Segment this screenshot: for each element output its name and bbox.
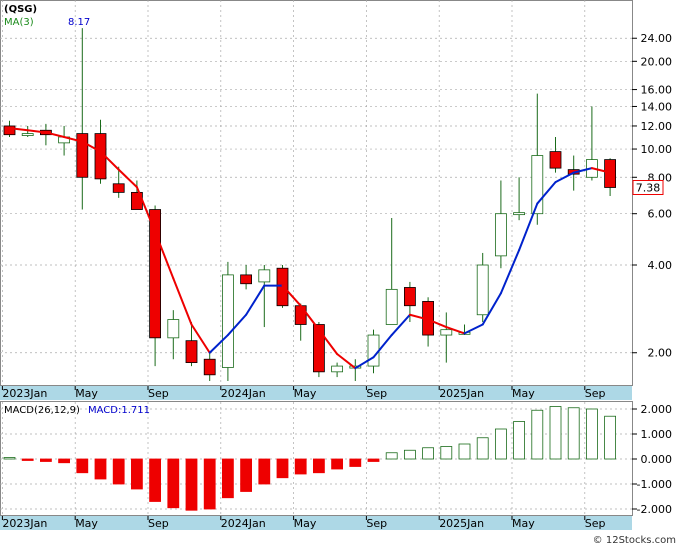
- macd-bar-negative: [367, 458, 380, 462]
- candle-down: [240, 274, 253, 285]
- ma-legend-label: MA(3): [4, 17, 34, 28]
- macd-bar-negative: [331, 458, 344, 470]
- candle-down: [112, 183, 125, 193]
- candle-up: [331, 365, 344, 373]
- x-tick-label: May: [75, 517, 98, 530]
- macd-bar-negative: [40, 458, 52, 462]
- candle-up: [440, 329, 453, 336]
- price-tick-label: 24.00: [641, 32, 673, 45]
- macd-bar-positive: [604, 415, 616, 460]
- macd-bar-positive: [3, 457, 16, 460]
- macd-bar-negative: [185, 458, 198, 511]
- candle-down: [312, 324, 325, 373]
- macd-bar-positive: [586, 408, 598, 460]
- macd-x-axis-labels: 2023Jan May Sep 2024Jan May Sep 2025Jan May Sep: [1, 516, 606, 530]
- x-tick-label: Sep: [148, 517, 169, 530]
- macd-bar-negative: [276, 458, 289, 479]
- candle-up: [513, 212, 525, 216]
- macd-axis-labels: -2.000 -1.000 0.000 1.000 2.000: [632, 403, 672, 516]
- stock-chart: 2.004.006.008.0010.0012.0014.0016.0020.0…: [0, 0, 676, 546]
- candle-up: [367, 334, 380, 367]
- x-tick-label: Sep: [148, 387, 169, 400]
- x-tick-label: 2023Jan: [2, 387, 47, 400]
- macd-bar-negative: [258, 458, 271, 485]
- price-tick-label: 14.00: [641, 100, 673, 113]
- ma-legend-value: 8.17: [68, 17, 90, 28]
- x-tick-label: May: [75, 387, 98, 400]
- x-tick-label: May: [512, 387, 535, 400]
- macd-bar-positive: [513, 421, 525, 460]
- macd-bar-negative: [112, 458, 125, 485]
- candle-up: [167, 319, 180, 339]
- macd-bar-positive: [440, 446, 453, 460]
- candle-down: [294, 305, 307, 325]
- macd-bar-positive: [567, 407, 580, 460]
- macd-bar-negative: [240, 458, 253, 492]
- candle-down: [149, 209, 162, 339]
- x-tick-label: May: [294, 387, 317, 400]
- last-price-value: 7.38: [636, 181, 661, 194]
- x-tick-label: May: [512, 517, 535, 530]
- x-tick-label: May: [294, 517, 317, 530]
- price-tick-label: 10.00: [641, 143, 673, 156]
- x-tick-label: 2023Jan: [2, 517, 47, 530]
- macd-bar-negative: [149, 458, 162, 502]
- macd-bar-negative: [294, 458, 307, 475]
- ticker-title: (QSG): [4, 4, 37, 15]
- price-tick-label: 4.00: [648, 259, 673, 272]
- price-tick-label: 20.00: [641, 55, 673, 68]
- candle-down: [185, 340, 198, 364]
- last-price-tag: 7.38: [632, 179, 664, 195]
- macd-bar-positive: [458, 443, 471, 460]
- candle-up: [21, 133, 34, 136]
- macd-bar-negative: [94, 458, 107, 480]
- price-axis-labels: 2.004.006.008.0010.0012.0014.0016.0020.0…: [632, 32, 673, 360]
- x-tick-label: 2025Jan: [439, 517, 484, 530]
- macd-bar-positive: [403, 449, 416, 460]
- macd-tick-label: -2.000: [637, 503, 672, 516]
- candle-up: [385, 288, 398, 325]
- macd-bar-negative: [221, 458, 234, 499]
- candle-down: [549, 151, 562, 169]
- macd-bar-negative: [130, 458, 143, 490]
- macd-bar-negative: [58, 458, 70, 464]
- macd-bar-positive: [494, 428, 507, 460]
- price-tick-label: 6.00: [648, 208, 673, 221]
- x-tick-label: 2024Jan: [221, 387, 266, 400]
- macd-bar-positive: [549, 406, 562, 460]
- macd-bar-positive: [531, 409, 544, 460]
- macd-bar-negative: [167, 458, 180, 509]
- macd-bar-negative: [203, 458, 216, 510]
- x-tick-label: Sep: [366, 387, 387, 400]
- candle-up: [476, 264, 489, 316]
- x-tick-label: Sep: [585, 387, 606, 400]
- macd-bar-negative: [76, 458, 89, 474]
- price-x-axis-labels: 2023Jan May Sep 2024Jan May Sep 2025Jan May Sep: [1, 386, 606, 400]
- macd-bar-positive: [422, 447, 435, 460]
- x-tick-label: 2024Jan: [221, 517, 266, 530]
- macd-tick-label: 2.000: [641, 403, 673, 416]
- candle-down: [403, 287, 416, 307]
- attribution: © 12Stocks.com: [593, 535, 676, 546]
- candle-down: [203, 358, 216, 376]
- price-tick-label: 12.00: [641, 120, 673, 133]
- price-tick-label: 2.00: [648, 347, 673, 360]
- candle-up: [494, 213, 507, 257]
- candle-up: [258, 269, 271, 283]
- price-tick-label: 16.00: [641, 84, 673, 97]
- macd-bar-positive: [385, 452, 398, 460]
- macd-title: MACD(26,12,9): [4, 405, 80, 416]
- macd-value-label: MACD:1.711: [88, 405, 150, 416]
- macd-tick-label: 1.000: [641, 428, 673, 441]
- macd-bar-positive: [476, 437, 489, 460]
- macd-tick-label: -1.000: [637, 478, 672, 491]
- candle-up: [221, 274, 234, 368]
- x-tick-label: Sep: [585, 517, 606, 530]
- macd-bar-negative: [349, 458, 362, 467]
- macd-bar-negative: [21, 458, 34, 461]
- macd-tick-label: 0.000: [641, 453, 673, 466]
- x-tick-label: 2025Jan: [439, 387, 484, 400]
- macd-bar-negative: [312, 458, 325, 474]
- x-tick-label: Sep: [366, 517, 387, 530]
